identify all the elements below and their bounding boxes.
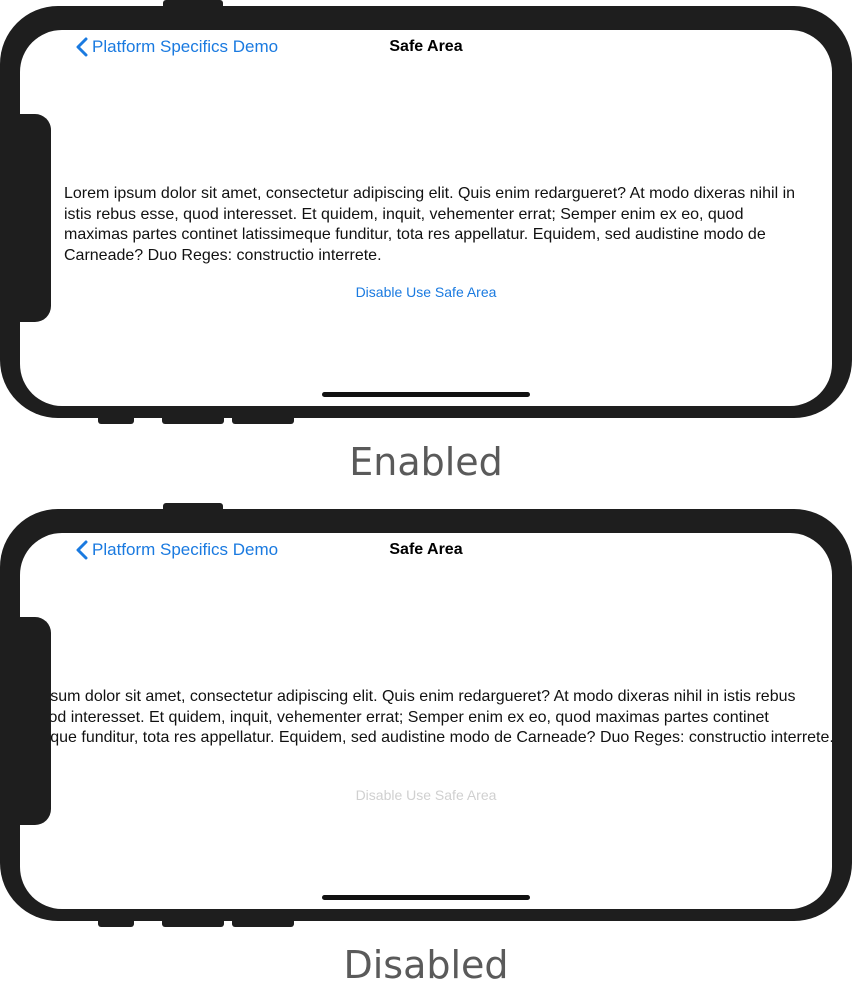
device-screen: Platform Specifics Demo Safe Area Lorem …	[20, 30, 832, 406]
nav-title: Safe Area	[389, 541, 463, 558]
device-frame: Platform Specifics Demo Safe Area Lorem …	[0, 509, 852, 921]
device-side-button	[162, 412, 224, 424]
device-side-button	[232, 915, 294, 927]
device-notch	[20, 617, 51, 825]
device-notch	[20, 114, 51, 322]
disable-safe-area-button[interactable]: Disable Use Safe Area	[20, 284, 832, 300]
body-text: Lorem ipsum dolor sit amet, consectetur …	[20, 688, 832, 746]
disable-safe-area-button: Disable Use Safe Area	[355, 787, 497, 803]
nav-title: Safe Area	[389, 38, 463, 55]
device-side-button	[98, 915, 134, 927]
home-indicator[interactable]	[322, 392, 530, 397]
device-side-button	[162, 915, 224, 927]
device-side-button	[232, 412, 294, 424]
device-side-button	[98, 412, 134, 424]
body-text: Lorem ipsum dolor sit amet, consectetur …	[64, 185, 796, 264]
caption-label: Disabled	[343, 943, 509, 987]
device-screen: Platform Specifics Demo Safe Area Lorem …	[20, 533, 832, 909]
caption-label: Enabled	[349, 440, 503, 484]
home-indicator[interactable]	[322, 895, 530, 900]
device-frame: Platform Specifics Demo Safe Area Lorem …	[0, 6, 852, 418]
